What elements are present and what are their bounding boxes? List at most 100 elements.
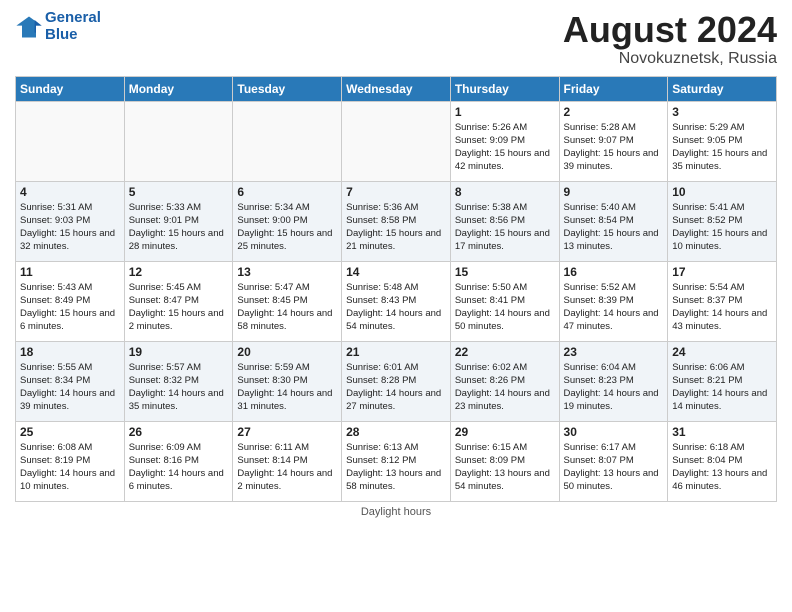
calendar-cell: 30Sunrise: 6:17 AM Sunset: 8:07 PM Dayli… <box>559 421 668 501</box>
day-info: Sunrise: 5:29 AM Sunset: 9:05 PM Dayligh… <box>672 121 772 174</box>
day-info: Sunrise: 6:04 AM Sunset: 8:23 PM Dayligh… <box>564 361 664 414</box>
day-info: Sunrise: 6:02 AM Sunset: 8:26 PM Dayligh… <box>455 361 555 414</box>
location-subtitle: Novokuznetsk, Russia <box>563 50 777 68</box>
calendar-cell: 5 Sunrise: 5:33 AM Sunset: 9:01 PM Daylig… <box>124 181 233 261</box>
day-info: Sunrise: 6:18 AM Sunset: 8:04 PM Dayligh… <box>672 441 772 494</box>
calendar-cell: 12 Sunrise: 5:45 AM Sunset: 8:47 PM Dayli… <box>124 261 233 341</box>
day-info: Sunrise: 5:48 AM Sunset: 8:43 PM Dayligh… <box>346 281 446 334</box>
day-info: Sunrise: 5:36 AM Sunset: 8:58 PM Dayligh… <box>346 201 446 254</box>
day-info: Sunrise: 5:38 AM Sunset: 8:56 PM Dayligh… <box>455 201 555 254</box>
calendar-cell: 1 Sunrise: 5:26 AM Sunset: 9:09 PM Daylig… <box>450 101 559 181</box>
calendar-cell: 22Sunrise: 6:02 AM Sunset: 8:26 PM Dayli… <box>450 341 559 421</box>
day-info: Sunrise: 5:43 AM Sunset: 8:49 PM Dayligh… <box>20 281 120 334</box>
calendar-cell: 13Sunrise: 5:47 AM Sunset: 8:45 PM Dayli… <box>233 261 342 341</box>
day-number: 17 <box>672 265 772 279</box>
calendar-cell: 21 Sunrise: 6:01 AM Sunset: 8:28 PM Dayli… <box>342 341 451 421</box>
day-number: 28 <box>346 425 446 439</box>
logo-icon <box>15 13 43 41</box>
day-info: Sunrise: 5:28 AM Sunset: 9:07 PM Dayligh… <box>564 121 664 174</box>
day-number: 21 <box>346 345 446 359</box>
calendar-cell: 9 Sunrise: 5:40 AM Sunset: 8:54 PM Daylig… <box>559 181 668 261</box>
header-wednesday: Wednesday <box>342 76 451 101</box>
day-info: Sunrise: 5:33 AM Sunset: 9:01 PM Dayligh… <box>129 201 229 254</box>
day-number: 5 <box>129 185 229 199</box>
day-number: 27 <box>237 425 337 439</box>
calendar-cell: 7 Sunrise: 5:36 AM Sunset: 8:58 PM Daylig… <box>342 181 451 261</box>
calendar-cell: 31 Sunrise: 6:18 AM Sunset: 8:04 PM Dayli… <box>668 421 777 501</box>
calendar-cell: 3 Sunrise: 5:29 AM Sunset: 9:05 PM Daylig… <box>668 101 777 181</box>
day-info: Sunrise: 5:45 AM Sunset: 8:47 PM Dayligh… <box>129 281 229 334</box>
day-info: Sunrise: 6:06 AM Sunset: 8:21 PM Dayligh… <box>672 361 772 414</box>
calendar-cell: 2Sunrise: 5:28 AM Sunset: 9:07 PM Daylig… <box>559 101 668 181</box>
day-info: Sunrise: 6:11 AM Sunset: 8:14 PM Dayligh… <box>237 441 337 494</box>
header-monday: Monday <box>124 76 233 101</box>
calendar-week-1: 1 Sunrise: 5:26 AM Sunset: 9:09 PM Daylig… <box>16 101 777 181</box>
header-thursday: Thursday <box>450 76 559 101</box>
calendar-cell <box>124 101 233 181</box>
day-number: 31 <box>672 425 772 439</box>
day-info: Sunrise: 6:01 AM Sunset: 8:28 PM Dayligh… <box>346 361 446 414</box>
day-info: Sunrise: 6:08 AM Sunset: 8:19 PM Dayligh… <box>20 441 120 494</box>
calendar-cell: 6Sunrise: 5:34 AM Sunset: 9:00 PM Daylig… <box>233 181 342 261</box>
calendar-week-2: 4Sunrise: 5:31 AM Sunset: 9:03 PM Daylig… <box>16 181 777 261</box>
logo-text: General Blue <box>45 10 101 43</box>
day-info: Sunrise: 5:50 AM Sunset: 8:41 PM Dayligh… <box>455 281 555 334</box>
calendar-cell: 8 Sunrise: 5:38 AM Sunset: 8:56 PM Daylig… <box>450 181 559 261</box>
day-info: Sunrise: 6:17 AM Sunset: 8:07 PM Dayligh… <box>564 441 664 494</box>
calendar-week-4: 18 Sunrise: 5:55 AM Sunset: 8:34 PM Dayli… <box>16 341 777 421</box>
day-info: Sunrise: 5:41 AM Sunset: 8:52 PM Dayligh… <box>672 201 772 254</box>
day-number: 9 <box>564 185 664 199</box>
calendar-cell: 19 Sunrise: 5:57 AM Sunset: 8:32 PM Dayli… <box>124 341 233 421</box>
calendar-cell: 27 Sunrise: 6:11 AM Sunset: 8:14 PM Dayli… <box>233 421 342 501</box>
day-info: Sunrise: 5:34 AM Sunset: 9:00 PM Dayligh… <box>237 201 337 254</box>
day-info: Sunrise: 5:55 AM Sunset: 8:34 PM Dayligh… <box>20 361 120 414</box>
day-info: Sunrise: 6:13 AM Sunset: 8:12 PM Dayligh… <box>346 441 446 494</box>
calendar-cell: 16 Sunrise: 5:52 AM Sunset: 8:39 PM Dayli… <box>559 261 668 341</box>
calendar-cell: 28 Sunrise: 6:13 AM Sunset: 8:12 PM Dayli… <box>342 421 451 501</box>
calendar-cell: 25Sunrise: 6:08 AM Sunset: 8:19 PM Dayli… <box>16 421 125 501</box>
calendar-cell: 14 Sunrise: 5:48 AM Sunset: 8:43 PM Dayli… <box>342 261 451 341</box>
day-info: Sunrise: 5:40 AM Sunset: 8:54 PM Dayligh… <box>564 201 664 254</box>
day-number: 23 <box>564 345 664 359</box>
header-saturday: Saturday <box>668 76 777 101</box>
header: General Blue August 2024 Novokuznetsk, R… <box>15 10 777 68</box>
title-area: August 2024 Novokuznetsk, Russia <box>563 10 777 68</box>
day-number: 1 <box>455 105 555 119</box>
day-number: 11 <box>20 265 120 279</box>
day-number: 26 <box>129 425 229 439</box>
day-number: 18 <box>20 345 120 359</box>
calendar-cell: 11 Sunrise: 5:43 AM Sunset: 8:49 PM Dayli… <box>16 261 125 341</box>
footer-daylight: Daylight hours <box>15 506 777 518</box>
calendar-header-row: Sunday Monday Tuesday Wednesday Thursday… <box>16 76 777 101</box>
day-info: Sunrise: 5:59 AM Sunset: 8:30 PM Dayligh… <box>237 361 337 414</box>
day-number: 14 <box>346 265 446 279</box>
day-number: 29 <box>455 425 555 439</box>
calendar-cell: 20 Sunrise: 5:59 AM Sunset: 8:30 PM Dayli… <box>233 341 342 421</box>
day-info: Sunrise: 5:57 AM Sunset: 8:32 PM Dayligh… <box>129 361 229 414</box>
calendar-cell: 10 Sunrise: 5:41 AM Sunset: 8:52 PM Dayli… <box>668 181 777 261</box>
day-info: Sunrise: 5:26 AM Sunset: 9:09 PM Dayligh… <box>455 121 555 174</box>
day-info: Sunrise: 5:54 AM Sunset: 8:37 PM Dayligh… <box>672 281 772 334</box>
calendar-week-5: 25Sunrise: 6:08 AM Sunset: 8:19 PM Dayli… <box>16 421 777 501</box>
calendar-cell: 4Sunrise: 5:31 AM Sunset: 9:03 PM Daylig… <box>16 181 125 261</box>
calendar-cell: 15 Sunrise: 5:50 AM Sunset: 8:41 PM Dayli… <box>450 261 559 341</box>
header-tuesday: Tuesday <box>233 76 342 101</box>
day-info: Sunrise: 5:52 AM Sunset: 8:39 PM Dayligh… <box>564 281 664 334</box>
day-number: 10 <box>672 185 772 199</box>
day-number: 16 <box>564 265 664 279</box>
day-number: 15 <box>455 265 555 279</box>
page-container: General Blue August 2024 Novokuznetsk, R… <box>0 0 792 523</box>
day-number: 8 <box>455 185 555 199</box>
month-year-title: August 2024 <box>563 10 777 50</box>
day-number: 19 <box>129 345 229 359</box>
logo: General Blue <box>15 10 101 43</box>
header-friday: Friday <box>559 76 668 101</box>
day-number: 7 <box>346 185 446 199</box>
day-number: 12 <box>129 265 229 279</box>
calendar-cell <box>342 101 451 181</box>
day-number: 20 <box>237 345 337 359</box>
day-number: 4 <box>20 185 120 199</box>
header-sunday: Sunday <box>16 76 125 101</box>
calendar-cell: 23 Sunrise: 6:04 AM Sunset: 8:23 PM Dayli… <box>559 341 668 421</box>
day-number: 3 <box>672 105 772 119</box>
